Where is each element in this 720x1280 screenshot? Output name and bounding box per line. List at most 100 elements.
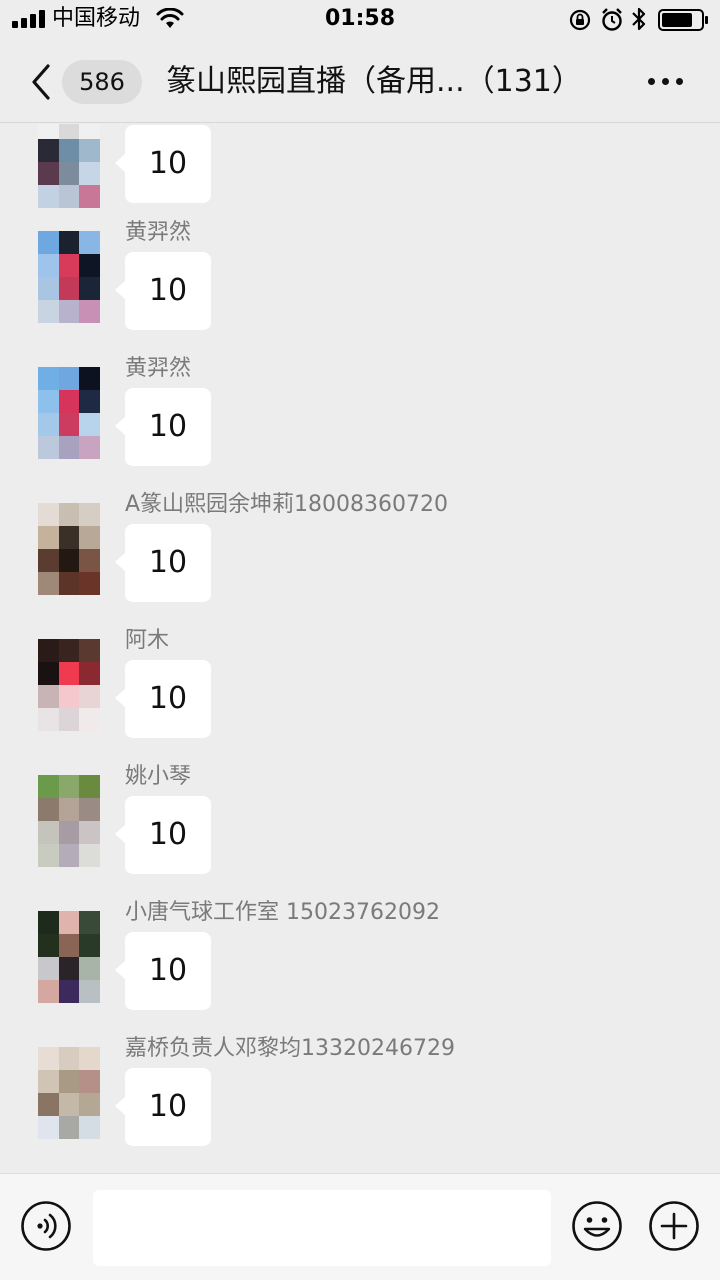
unread-count-badge: 586 — [62, 60, 142, 104]
avatar-pixel — [38, 390, 59, 413]
sender-name: 黄羿然 — [125, 220, 192, 245]
sender-name: 黄羿然 — [125, 356, 192, 381]
chat-title: 篆山熙园直播（备用...（131） — [166, 64, 582, 99]
avatar[interactable] — [38, 367, 100, 459]
message-bubble[interactable]: 10 — [115, 796, 211, 874]
avatar[interactable] — [38, 503, 100, 595]
avatar-pixel — [38, 798, 59, 821]
more-actions-button[interactable] — [648, 1200, 700, 1252]
avatar-pixel — [38, 526, 59, 549]
avatar-pixel — [38, 436, 59, 459]
avatar[interactable] — [38, 231, 100, 323]
message-item: 阿木 10 — [0, 628, 720, 764]
avatar-pixel — [79, 413, 100, 436]
avatar-pixel — [58, 367, 80, 390]
message-bubble[interactable]: 10 — [115, 660, 211, 738]
avatar-pixel — [79, 503, 100, 526]
avatar[interactable] — [38, 639, 100, 731]
sender-name: 阿木 — [125, 628, 170, 653]
message-item: 黄羿然 10 — [0, 220, 720, 356]
avatar-pixel — [58, 639, 80, 662]
message-item: 姚小琴 10 — [0, 764, 720, 900]
sender-name: 嘉桥负责人邓黎均13320246729 — [125, 1036, 455, 1061]
avatar-pixel — [38, 231, 59, 254]
message-list[interactable]: 10 黄羿然 10 黄羿然 10 A篆山熙园余坤莉18008360720 10 … — [0, 124, 720, 1172]
avatar-pixel — [38, 957, 59, 980]
avatar-pixel — [79, 162, 100, 185]
more-dot — [676, 78, 683, 85]
avatar-pixel — [58, 911, 80, 934]
avatar-pixel — [38, 685, 59, 708]
voice-button[interactable] — [20, 1200, 72, 1252]
avatar-pixel — [58, 124, 80, 139]
avatar-pixel — [79, 821, 100, 844]
avatar-pixel — [79, 572, 100, 595]
avatar-pixel — [79, 526, 100, 549]
avatar-pixel — [58, 162, 80, 185]
avatar-pixel — [38, 549, 59, 572]
message-item: 10 — [0, 124, 720, 208]
avatar-pixel — [38, 1093, 59, 1116]
message-item: 嘉桥负责人邓黎均13320246729 10 — [0, 1036, 720, 1172]
more-dot — [662, 78, 669, 85]
avatar-pixel — [58, 300, 80, 323]
message-bubble[interactable]: 10 — [115, 252, 211, 330]
avatar-pixel — [58, 1047, 80, 1070]
sender-name: 小唐气球工作室 15023762092 — [125, 900, 440, 925]
avatar-pixel — [38, 413, 59, 436]
avatar-pixel — [79, 300, 100, 323]
avatar-pixel — [58, 775, 80, 798]
back-button[interactable]: 586 — [22, 60, 142, 104]
avatar-pixel — [58, 980, 80, 1003]
avatar-pixel — [38, 1047, 59, 1070]
input-bar — [0, 1173, 720, 1280]
avatar-pixel — [79, 254, 100, 277]
avatar-pixel — [79, 639, 100, 662]
avatar-pixel — [58, 708, 80, 731]
avatar[interactable] — [38, 775, 100, 867]
message-item: 小唐气球工作室 15023762092 10 — [0, 900, 720, 1036]
avatar-pixel — [38, 662, 59, 685]
avatar-pixel — [79, 685, 100, 708]
avatar[interactable] — [38, 911, 100, 1003]
emoji-button[interactable] — [571, 1200, 623, 1252]
avatar-pixel — [79, 139, 100, 162]
message-bubble[interactable]: 10 — [115, 125, 211, 203]
avatar-pixel — [58, 934, 80, 957]
message-input[interactable] — [93, 1190, 551, 1266]
avatar-pixel — [79, 277, 100, 300]
avatar-pixel — [58, 957, 80, 980]
message-bubble[interactable]: 10 — [115, 524, 211, 602]
avatar-pixel — [58, 572, 80, 595]
message-bubble[interactable]: 10 — [115, 932, 211, 1010]
avatar-pixel — [38, 934, 59, 957]
avatar-pixel — [38, 139, 59, 162]
status-bar: 中国移动 01:58 — [0, 0, 720, 40]
plus-icon — [649, 1201, 699, 1251]
avatar-pixel — [38, 775, 59, 798]
avatar-pixel — [58, 413, 80, 436]
avatar-pixel — [58, 139, 80, 162]
more-button[interactable] — [640, 68, 690, 96]
message-bubble[interactable]: 10 — [115, 1068, 211, 1146]
avatar-pixel — [38, 821, 59, 844]
avatar-pixel — [58, 662, 80, 685]
avatar-pixel — [38, 185, 59, 208]
avatar-pixel — [38, 844, 59, 867]
sender-name: A篆山熙园余坤莉18008360720 — [125, 492, 449, 517]
avatar-pixel — [79, 911, 100, 934]
more-dots-icon — [648, 78, 655, 85]
avatar[interactable] — [38, 124, 100, 208]
avatar-pixel — [79, 662, 100, 685]
avatar-pixel — [58, 503, 80, 526]
avatar-pixel — [38, 503, 59, 526]
avatar-pixel — [79, 934, 100, 957]
avatar-pixel — [58, 526, 80, 549]
avatar-pixel — [79, 1093, 100, 1116]
avatar-pixel — [79, 957, 100, 980]
avatar-pixel — [79, 708, 100, 731]
avatar[interactable] — [38, 1047, 100, 1139]
avatar-pixel — [38, 708, 59, 731]
avatar-pixel — [58, 254, 80, 277]
message-bubble[interactable]: 10 — [115, 388, 211, 466]
